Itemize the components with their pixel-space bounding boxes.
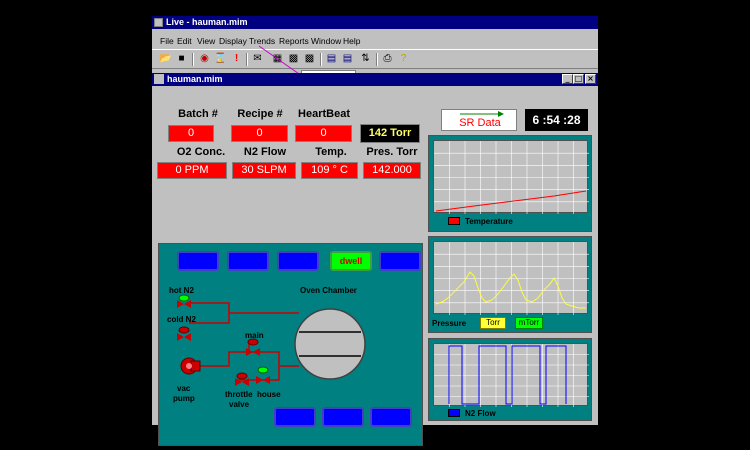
maximize-button[interactable]: □ bbox=[573, 74, 584, 84]
throttle-valve[interactable] bbox=[235, 372, 249, 386]
n2-flow-chart: N2 Flow bbox=[428, 338, 592, 421]
sr-data-label: SR Data bbox=[459, 117, 501, 129]
child-titlebar: hauman.mim _ □ × bbox=[152, 73, 598, 86]
pressure-plot bbox=[433, 241, 589, 315]
pump-label: pump bbox=[173, 394, 195, 403]
pres-value: 142.000 bbox=[363, 162, 421, 179]
n2-flow-legend: N2 Flow bbox=[465, 409, 496, 418]
pressure-legend: Pressure bbox=[432, 319, 467, 328]
mtorr-units-button[interactable]: mTorr bbox=[515, 317, 543, 329]
temperature-legend-swatch bbox=[448, 217, 460, 225]
valve-label: valve bbox=[229, 400, 250, 409]
temp-value: 109 ° C bbox=[301, 162, 358, 179]
main-valve[interactable] bbox=[246, 338, 260, 356]
child-window-icon bbox=[154, 74, 164, 84]
recipe-label: Recipe # bbox=[237, 108, 283, 120]
hot-n2-label: hot N2 bbox=[169, 286, 194, 295]
vac-pump-icon[interactable] bbox=[180, 357, 201, 375]
vac-label: vac bbox=[177, 384, 191, 393]
control-button-7[interactable] bbox=[322, 407, 364, 427]
heartbeat-label: HeartBeat bbox=[298, 108, 350, 120]
n2-value: 30 SLPM bbox=[232, 162, 296, 179]
heartbeat-value: 0 bbox=[295, 125, 352, 142]
throttle-label: throttle bbox=[225, 390, 253, 399]
minimize-button[interactable]: _ bbox=[562, 74, 573, 84]
main-label: main bbox=[245, 331, 264, 340]
pressure-chart: Pressure Torr mTorr bbox=[428, 236, 592, 333]
temperature-chart: Temperature bbox=[428, 135, 592, 232]
temperature-legend: Temperature bbox=[465, 217, 513, 226]
batch-label: Batch # bbox=[178, 108, 218, 120]
schematic-panel: dwell hot N2 cold N2 Oven Chamber main v… bbox=[158, 243, 423, 446]
temp-label: Temp. bbox=[315, 146, 347, 158]
o2-label: O2 Conc. bbox=[176, 146, 226, 158]
recipe-value: 0 bbox=[231, 125, 288, 142]
temperature-grid bbox=[434, 141, 589, 214]
cold-n2-label: cold N2 bbox=[167, 315, 196, 324]
torr-readout: 142 Torr bbox=[360, 124, 420, 143]
control-button-8[interactable] bbox=[370, 407, 412, 427]
n2-flow-legend-swatch bbox=[448, 409, 460, 417]
child-title: hauman.mim bbox=[167, 74, 223, 84]
main-window: Live - hauman.mim File Edit View Display… bbox=[152, 16, 598, 446]
close-button[interactable]: × bbox=[585, 74, 596, 84]
control-button-6[interactable] bbox=[274, 407, 316, 427]
temperature-plot bbox=[433, 140, 589, 214]
oven-chamber-label: Oven Chamber bbox=[300, 286, 357, 295]
house-valve[interactable] bbox=[256, 366, 270, 384]
batch-value: 0 bbox=[168, 125, 214, 142]
oven-chamber bbox=[294, 308, 366, 380]
n2-label: N2 Flow bbox=[243, 146, 287, 158]
sr-data-button[interactable]: SR Data bbox=[441, 109, 517, 131]
n2-flow-grid bbox=[434, 344, 589, 407]
temperature-series-line bbox=[435, 190, 587, 212]
house-label: house bbox=[257, 390, 281, 399]
n2-flow-plot bbox=[433, 343, 589, 407]
pressure-grid bbox=[434, 242, 589, 315]
torr-units-button[interactable]: Torr bbox=[480, 317, 506, 329]
hot-n2-valve[interactable] bbox=[177, 294, 191, 308]
cold-n2-valve[interactable] bbox=[177, 326, 191, 341]
pres-label: Pres. Torr bbox=[366, 146, 418, 158]
clock-display: 6 :54 :28 bbox=[525, 109, 588, 131]
child-window: hauman.mim _ □ × Batch # 0 Recipe # 0 He… bbox=[152, 73, 598, 446]
o2-value: 0 PPM bbox=[157, 162, 227, 179]
